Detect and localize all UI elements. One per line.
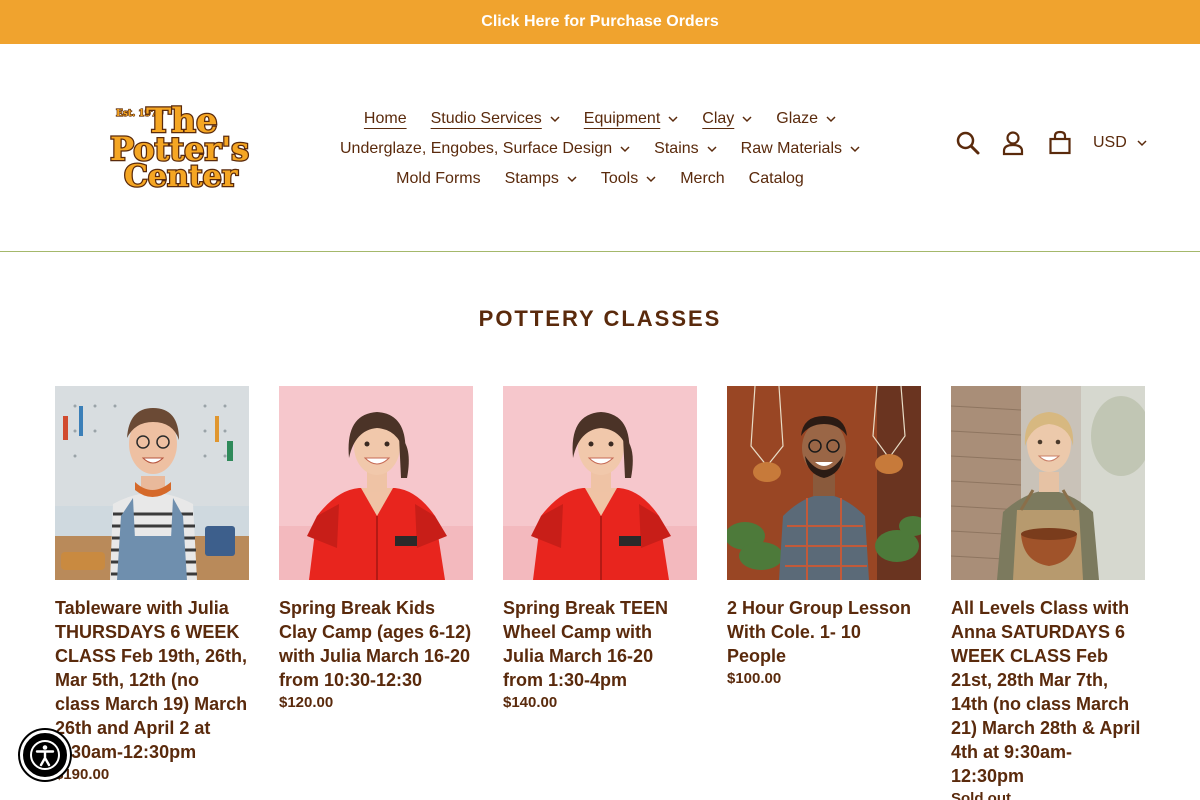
potters-center-logo[interactable]: Est. 1970 The Potter's Center: [104, 98, 254, 196]
purchase-orders-link[interactable]: Click Here for Purchase Orders: [481, 13, 718, 31]
product-grid: Tableware with Julia THURSDAYS 6 WEEK CL…: [55, 386, 1145, 800]
nav-studio-services-label: Studio Services: [430, 110, 542, 127]
nav-home[interactable]: Home: [364, 110, 407, 128]
product-price: Sold out: [951, 790, 1011, 800]
site-header: Est. 1970 The Potter's Center Home Studi…: [0, 44, 1200, 252]
nav-underglaze-label: Underglaze, Engobes, Surface Design: [340, 140, 613, 157]
nav-row-3: Mold Forms Stamps Tools Merch Catalog: [330, 164, 870, 194]
product-image[interactable]: [279, 386, 473, 580]
collection-title: POTTERY CLASSES: [478, 306, 722, 331]
product-card[interactable]: 2 Hour Group Lesson With Cole. 1- 10 Peo…: [727, 386, 921, 800]
product-image[interactable]: [951, 386, 1145, 580]
nav-equipment-label: Equipment: [583, 110, 661, 127]
currency-selector[interactable]: USD: [1093, 134, 1147, 152]
nav-tools[interactable]: Tools: [601, 170, 656, 188]
product-price: $140.00: [503, 694, 558, 711]
product-card[interactable]: Spring Break TEEN Wheel Camp with Julia …: [503, 386, 697, 800]
chevron-down-icon: [826, 115, 836, 123]
nav-clay[interactable]: Clay: [702, 110, 752, 128]
chevron-down-icon: [620, 145, 630, 153]
product-card[interactable]: Tableware with Julia THURSDAYS 6 WEEK CL…: [55, 386, 249, 800]
nav-mold-forms-label: Mold Forms: [396, 170, 481, 187]
nav-mold-forms[interactable]: Mold Forms: [396, 170, 480, 188]
product-card[interactable]: All Levels Class with Anna SATURDAYS 6 W…: [951, 386, 1145, 800]
nav-raw-materials[interactable]: Raw Materials: [741, 140, 860, 158]
nav-underglaze[interactable]: Underglaze, Engobes, Surface Design: [340, 140, 630, 158]
nav-glaze[interactable]: Glaze: [776, 110, 836, 128]
nav-stamps-label: Stamps: [504, 170, 559, 187]
product-image[interactable]: [55, 386, 249, 580]
nav-catalog[interactable]: Catalog: [749, 170, 804, 188]
nav-tools-label: Tools: [600, 170, 639, 187]
nav-equipment[interactable]: Equipment: [584, 110, 679, 128]
chevron-down-icon: [850, 145, 860, 153]
announcement-bar: Click Here for Purchase Orders: [0, 0, 1200, 44]
chevron-down-icon: [742, 115, 752, 123]
product-title[interactable]: 2 Hour Group Lesson With Cole. 1- 10 Peo…: [727, 596, 921, 668]
header-icons: USD: [955, 130, 1147, 156]
currency-value: USD: [1093, 134, 1127, 151]
account-icon[interactable]: [1001, 130, 1025, 156]
chevron-down-icon: [646, 175, 656, 183]
product-price: $100.00: [727, 670, 782, 687]
chevron-down-icon: [567, 175, 577, 183]
chevron-down-icon: [1137, 139, 1147, 147]
search-icon[interactable]: [955, 130, 981, 156]
nav-clay-label: Clay: [702, 110, 735, 127]
product-price: $190.00: [55, 766, 110, 783]
nav-glaze-label: Glaze: [776, 110, 819, 127]
accessibility-icon[interactable]: [20, 730, 70, 780]
nav-row-2: Underglaze, Engobes, Surface Design Stai…: [330, 134, 870, 164]
svg-text:Center: Center: [124, 159, 239, 190]
nav-row-1: Home Studio Services Equipment Clay Glaz…: [330, 104, 870, 134]
product-title[interactable]: Spring Break TEEN Wheel Camp with Julia …: [503, 596, 697, 692]
product-card[interactable]: Spring Break Kids Clay Camp (ages 6-12) …: [279, 386, 473, 800]
main-navigation: Home Studio Services Equipment Clay Glaz…: [330, 104, 870, 194]
product-title[interactable]: Tableware with Julia THURSDAYS 6 WEEK CL…: [55, 596, 249, 764]
nav-stamps[interactable]: Stamps: [505, 170, 577, 188]
nav-raw-materials-label: Raw Materials: [740, 140, 842, 157]
nav-catalog-label: Catalog: [748, 170, 804, 187]
nav-stains[interactable]: Stains: [654, 140, 717, 158]
cart-icon[interactable]: [1047, 130, 1073, 156]
nav-merch-label: Merch: [680, 170, 725, 187]
product-price: $120.00: [279, 694, 334, 711]
nav-home-label: Home: [363, 110, 407, 127]
product-image[interactable]: [727, 386, 921, 580]
nav-merch[interactable]: Merch: [680, 170, 724, 188]
chevron-down-icon: [668, 115, 678, 123]
chevron-down-icon: [550, 115, 560, 123]
product-title[interactable]: Spring Break Kids Clay Camp (ages 6-12) …: [279, 596, 473, 692]
product-image[interactable]: [503, 386, 697, 580]
product-title[interactable]: All Levels Class with Anna SATURDAYS 6 W…: [951, 596, 1145, 788]
chevron-down-icon: [707, 145, 717, 153]
nav-stains-label: Stains: [654, 140, 699, 157]
nav-studio-services[interactable]: Studio Services: [431, 110, 560, 128]
